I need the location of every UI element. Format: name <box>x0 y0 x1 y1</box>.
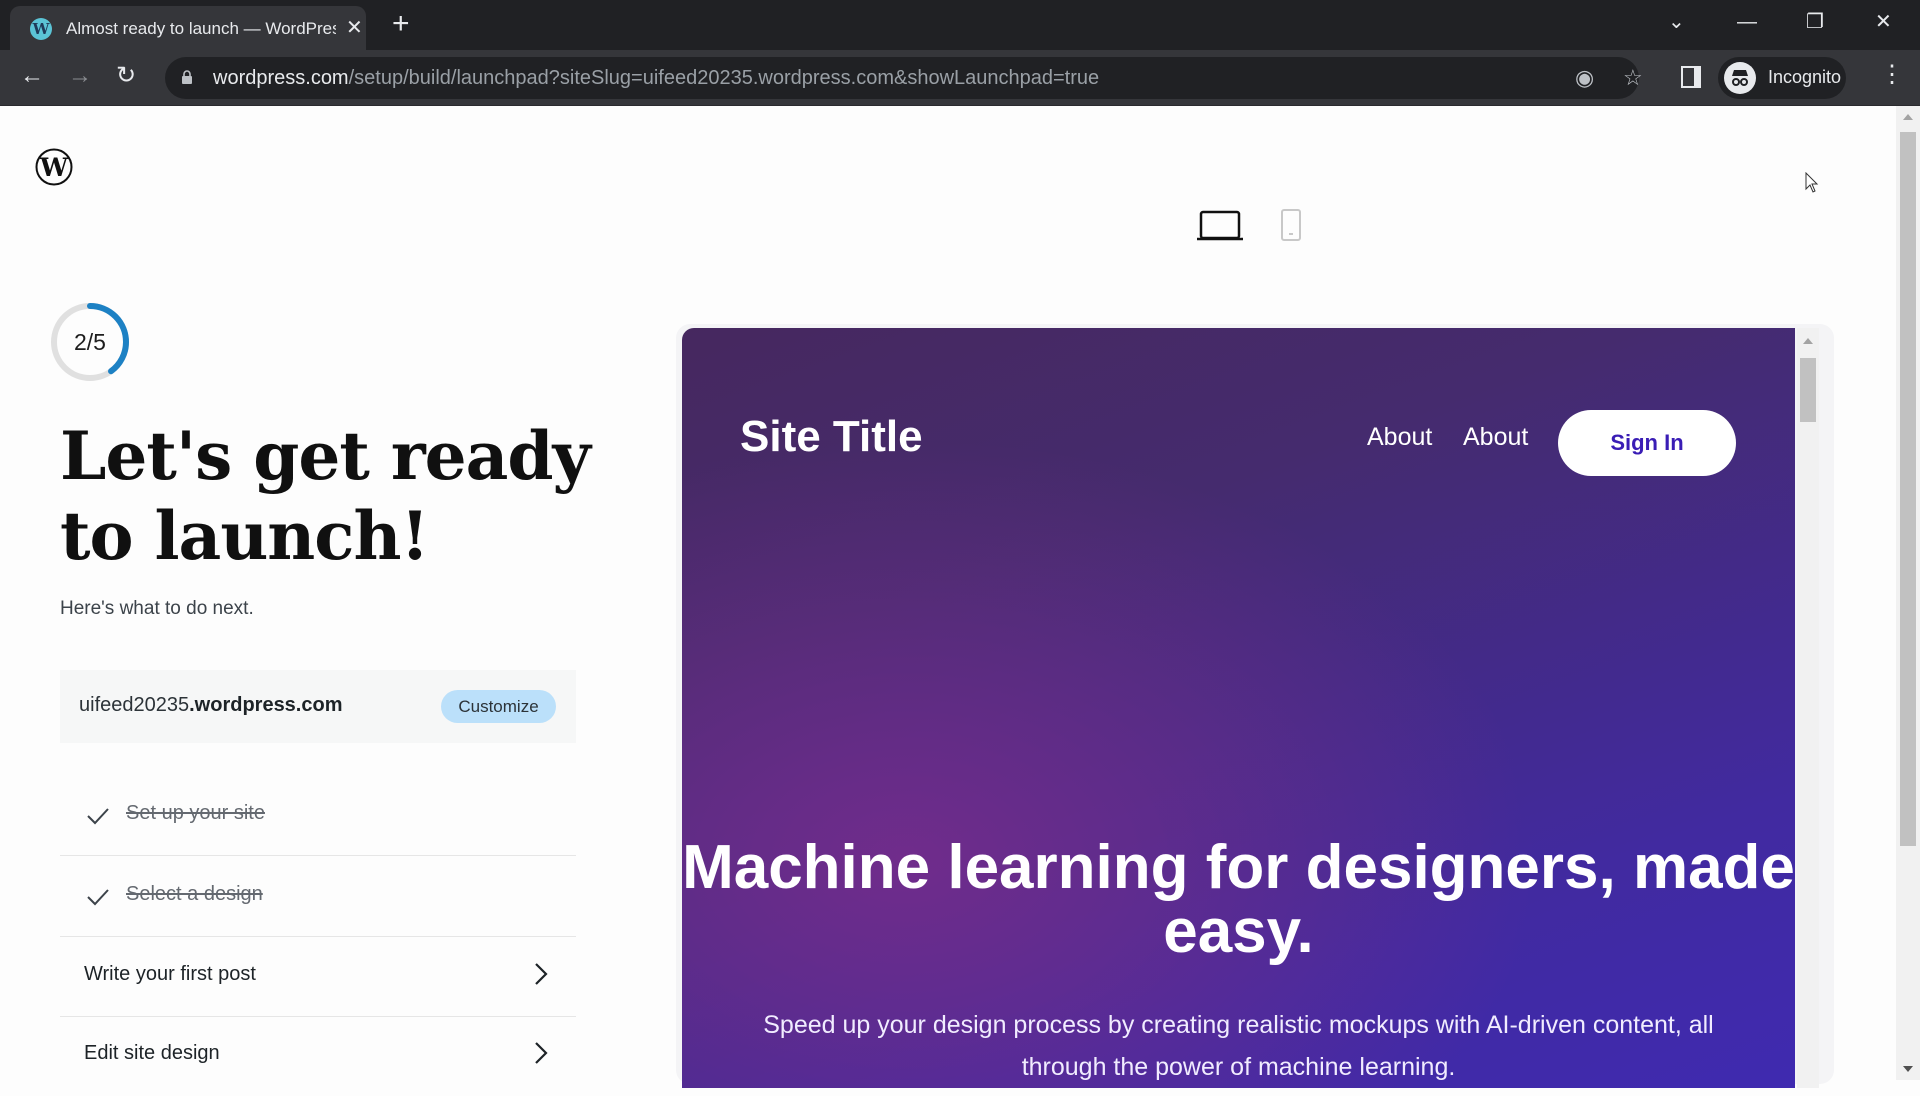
restore-button[interactable]: ❐ <box>1806 8 1824 36</box>
new-tab-button[interactable]: + <box>392 8 410 40</box>
preview-nav-about[interactable]: About <box>1463 423 1528 452</box>
lock-icon <box>182 70 192 84</box>
close-window-button[interactable]: ✕ <box>1875 8 1892 36</box>
task-item[interactable]: Write your first post <box>60 937 576 1017</box>
customize-domain-button[interactable]: Customize <box>441 690 556 723</box>
forward-button[interactable]: → <box>68 62 92 90</box>
preview-hero-subtitle: Speed up your design process by creating… <box>763 1011 1714 1081</box>
address-bar[interactable]: wordpress.com/setup/build/launchpad?site… <box>165 57 1643 99</box>
page-scrollbar-thumb[interactable] <box>1900 132 1916 846</box>
task-label: Edit site design <box>84 1042 220 1064</box>
site-domain-card: uifeed20235.wordpress.com Customize <box>60 670 576 743</box>
site-domain: uifeed20235.wordpress.com <box>79 694 343 716</box>
bookmark-star-icon[interactable]: ☆ <box>1623 65 1643 91</box>
checkmark-icon <box>87 889 109 906</box>
preview-site-title: Site Title <box>740 412 923 461</box>
mouse-cursor-icon <box>1805 172 1819 193</box>
chevron-right-icon <box>535 963 548 985</box>
incognito-icon <box>1724 62 1756 94</box>
checkmark-icon <box>87 808 109 825</box>
task-item[interactable]: Set up your site <box>60 776 576 856</box>
tab-search-icon[interactable]: ⌄ <box>1668 8 1685 36</box>
tab-close-icon[interactable]: ✕ <box>346 16 363 40</box>
scroll-up-arrow-icon[interactable] <box>1803 338 1813 344</box>
scroll-up-arrow-icon[interactable] <box>1903 114 1913 120</box>
incognito-label: Incognito <box>1768 67 1842 87</box>
browser-toolbar: ← → ↻ wordpress.com/setup/build/launchpa… <box>0 50 1920 106</box>
svg-text:W: W <box>39 153 69 182</box>
preview-scrollbar[interactable] <box>1797 328 1819 1088</box>
url-text[interactable]: wordpress.com/setup/build/launchpad?site… <box>213 67 1099 90</box>
task-item[interactable]: Select a design <box>60 857 576 937</box>
desktop-preview-icon[interactable] <box>1197 210 1243 242</box>
browser-tab[interactable]: W Almost ready to launch — WordPress.com… <box>10 6 366 50</box>
task-label: Set up your site <box>126 802 265 824</box>
page-scrollbar[interactable] <box>1896 106 1920 1080</box>
mobile-preview-icon[interactable] <box>1280 208 1302 242</box>
incognito-profile-button[interactable]: Incognito <box>1718 57 1846 99</box>
task-label: Write your first post <box>84 963 256 985</box>
side-panel-icon[interactable] <box>1681 66 1701 88</box>
task-label: Select a design <box>126 883 263 905</box>
launchpad-page: W 2/5 Let's get ready to launch! Here's … <box>0 106 1896 1088</box>
site-preview[interactable]: Site Title About About Sign In Machine l… <box>682 328 1795 1088</box>
task-item[interactable]: Edit site design <box>60 1016 576 1096</box>
preview-scrollbar-thumb[interactable] <box>1800 358 1816 422</box>
tracking-protection-icon[interactable]: ◉ <box>1575 65 1594 91</box>
progress-label: 2/5 <box>74 329 106 355</box>
chevron-right-icon <box>535 1042 548 1064</box>
browser-menu-icon[interactable]: ⋮ <box>1880 60 1904 90</box>
preview-sign-in-button[interactable]: Sign In <box>1558 410 1736 476</box>
tab-title: Almost ready to launch — WordPress.com <box>66 19 336 38</box>
wordpress-logo-icon[interactable]: W <box>35 148 73 186</box>
reload-button[interactable]: ↻ <box>116 62 136 90</box>
browser-tab-bar: W Almost ready to launch — WordPress.com… <box>0 0 1920 50</box>
page-subtitle: Here's what to do next. <box>60 598 254 619</box>
wordpress-favicon-icon: W <box>30 18 52 40</box>
preview-hero-title: Machine learning for designers, made eas… <box>682 833 1795 966</box>
scroll-down-arrow-icon[interactable] <box>1903 1066 1913 1072</box>
preview-nav-about[interactable]: About <box>1367 423 1432 452</box>
minimize-button[interactable]: — <box>1737 8 1757 36</box>
page-title: Let's get ready to launch! <box>60 417 591 575</box>
back-button[interactable]: ← <box>20 62 44 90</box>
